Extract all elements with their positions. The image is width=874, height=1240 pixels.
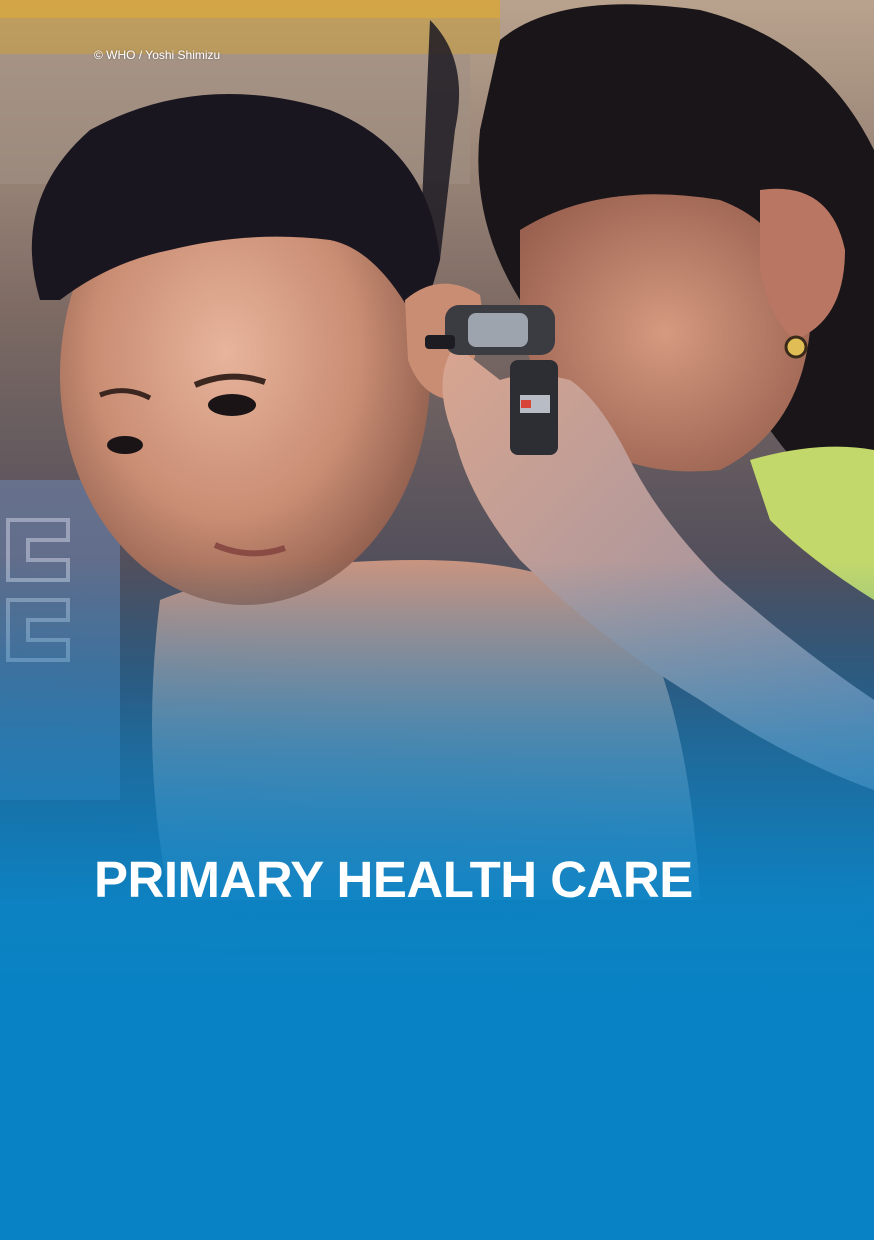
report-cover: © WHO / Yoshi Shimizu PRIMARY HEALTH CAR… [0,0,874,1240]
photo-credit: © WHO / Yoshi Shimizu [94,48,221,62]
blue-gradient-overlay [0,0,874,1240]
cover-title: PRIMARY HEALTH CARE [94,851,693,908]
